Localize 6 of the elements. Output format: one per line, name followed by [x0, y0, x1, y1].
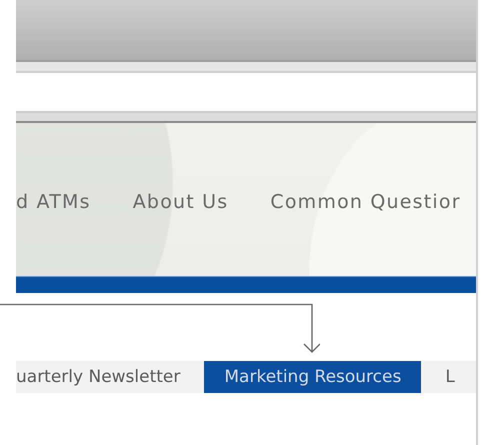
tab[interactable]: Marketing Resources [204, 361, 422, 393]
nav-link[interactable]: Common Questior [270, 190, 461, 212]
nav-link[interactable]: d ATMs [16, 190, 91, 212]
tab[interactable]: uarterly Newsletter [16, 361, 200, 393]
tab[interactable]: L [425, 361, 475, 393]
nav-link[interactable]: About Us [132, 190, 228, 212]
